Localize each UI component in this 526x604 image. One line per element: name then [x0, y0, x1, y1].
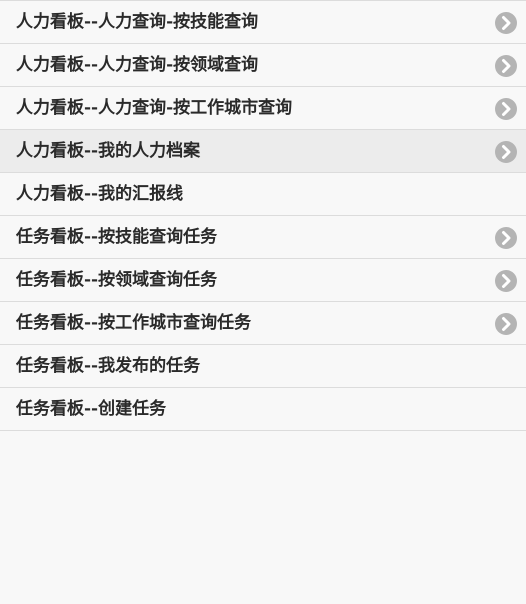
menu-item-domain-query[interactable]: 人力看板--人力查询-按领域查询	[0, 44, 526, 87]
menu-item-label: 任务看板--我发布的任务	[16, 356, 201, 376]
menu-item-task-domain-query[interactable]: 任务看板--按领域查询任务	[0, 259, 526, 302]
menu-item-label: 任务看板--按工作城市查询任务	[16, 313, 252, 333]
menu-item-skill-query[interactable]: 人力看板--人力查询-按技能查询	[0, 1, 526, 44]
chevron-right-icon	[495, 141, 517, 163]
menu-item-city-query[interactable]: 人力看板--人力查询-按工作城市查询	[0, 87, 526, 130]
menu-item-label: 人力看板--我的汇报线	[16, 184, 184, 204]
chevron-right-icon	[495, 313, 517, 335]
menu-item-my-profile[interactable]: 人力看板--我的人力档案	[0, 130, 526, 173]
menu-item-label: 任务看板--按领域查询任务	[16, 270, 218, 290]
menu-item-my-published-tasks[interactable]: 任务看板--我发布的任务	[0, 345, 526, 388]
chevron-right-icon	[495, 227, 517, 249]
chevron-right-icon	[495, 98, 517, 120]
menu-item-reporting-line[interactable]: 人力看板--我的汇报线	[0, 173, 526, 216]
menu-item-label: 任务看板--按技能查询任务	[16, 227, 218, 247]
menu-item-task-skill-query[interactable]: 任务看板--按技能查询任务	[0, 216, 526, 259]
chevron-right-icon	[495, 55, 517, 77]
menu-item-task-city-query[interactable]: 任务看板--按工作城市查询任务	[0, 302, 526, 345]
menu-item-label: 人力看板--人力查询-按技能查询	[16, 12, 259, 32]
menu-item-label: 人力看板--人力查询-按工作城市查询	[16, 98, 293, 118]
menu-list: 人力看板--人力查询-按技能查询 人力看板--人力查询-按领域查询 人力看板--…	[0, 0, 526, 431]
chevron-right-icon	[495, 270, 517, 292]
menu-item-label: 人力看板--人力查询-按领域查询	[16, 55, 259, 75]
menu-item-label: 人力看板--我的人力档案	[16, 141, 201, 161]
menu-item-label: 任务看板--创建任务	[16, 399, 167, 419]
chevron-right-icon	[495, 12, 517, 34]
menu-item-create-task[interactable]: 任务看板--创建任务	[0, 388, 526, 431]
